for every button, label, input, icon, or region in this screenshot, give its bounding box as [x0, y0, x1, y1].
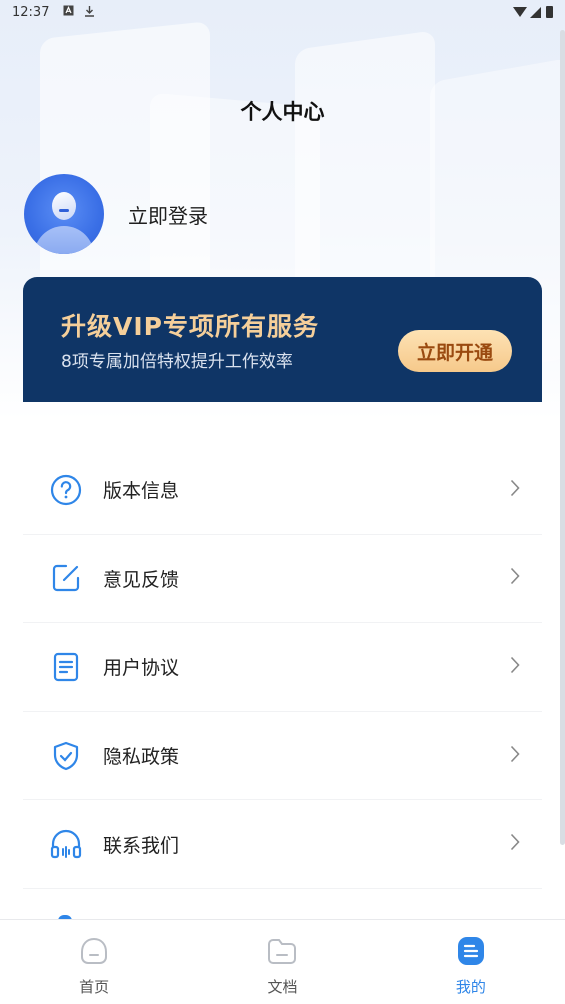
edit-square-icon: [49, 561, 83, 595]
bottom-navigation: 首页 文档 我的: [0, 919, 565, 1004]
profile-login[interactable]: 立即登录: [24, 174, 208, 254]
menu-item-version-info[interactable]: 版本信息: [23, 446, 542, 535]
vip-banner[interactable]: 升级VIP专项所有服务 8项专属加倍特权提升工作效率 立即开通: [23, 277, 542, 402]
page-title: 个人中心: [240, 100, 325, 124]
login-link[interactable]: 立即登录: [128, 200, 208, 229]
wifi-icon: [513, 7, 527, 17]
document-icon: [49, 650, 83, 684]
avatar-body: [34, 226, 94, 254]
nav-label: 首页: [79, 978, 110, 996]
headset-icon: [49, 827, 83, 861]
nav-label: 我的: [455, 978, 486, 996]
status-bar: 12:37: [0, 0, 565, 24]
avatar[interactable]: [24, 174, 104, 254]
vip-activate-button[interactable]: 立即开通: [398, 330, 512, 372]
chevron-right-icon: [510, 745, 520, 767]
question-circle-icon: [49, 473, 83, 507]
menu-item-privacy-policy[interactable]: 隐私政策: [23, 712, 542, 801]
menu-item-user-agreement[interactable]: 用户协议: [23, 623, 542, 712]
signal-icon: [530, 6, 541, 18]
status-time: 12:37: [12, 4, 50, 20]
chevron-right-icon: [510, 567, 520, 589]
nav-item-home[interactable]: 首页: [0, 920, 188, 1004]
vip-title: 升级VIP专项所有服务: [61, 312, 319, 341]
nav-item-documents[interactable]: 文档: [188, 920, 376, 1004]
a-box-icon: [63, 5, 74, 19]
menu-item-label: 用户协议: [103, 657, 180, 680]
vip-subtitle: 8项专属加倍特权提升工作效率: [61, 352, 293, 372]
chevron-right-icon: [510, 479, 520, 501]
shield-check-icon: [49, 739, 83, 773]
nav-label: 文档: [267, 978, 298, 996]
home-icon: [77, 934, 111, 968]
nav-item-mine[interactable]: 我的: [377, 920, 565, 1004]
download-icon: [84, 5, 95, 20]
folder-icon: [265, 934, 299, 968]
profile-doc-icon: [454, 934, 488, 968]
battery-icon: [546, 6, 553, 18]
chevron-right-icon: [510, 656, 520, 678]
scrollbar[interactable]: [560, 30, 565, 845]
menu-item-contact-us[interactable]: 联系我们: [23, 800, 542, 889]
menu-item-label: 联系我们: [103, 834, 180, 857]
chevron-right-icon: [510, 833, 520, 855]
avatar-head: [52, 192, 76, 220]
menu-item-feedback[interactable]: 意见反馈: [23, 535, 542, 624]
menu-item-label: 版本信息: [103, 480, 180, 503]
menu-item-label: 意见反馈: [103, 568, 180, 591]
settings-menu: 版本信息 意见反馈 用户协议 隐私政策 联系我们: [23, 446, 542, 889]
menu-item-label: 隐私政策: [103, 746, 180, 769]
